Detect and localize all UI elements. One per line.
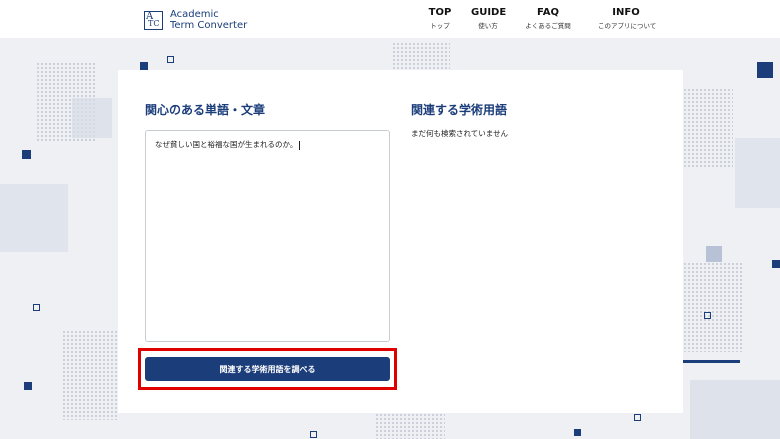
- nav-sublabel: トップ: [430, 22, 450, 30]
- decor-square: [310, 431, 317, 438]
- search-terms-button[interactable]: 関連する学術用語を調べる: [145, 357, 390, 381]
- nav-item-faq[interactable]: FAQ よくあるご質問: [525, 7, 571, 30]
- logo-text: Academic Term Converter: [170, 9, 247, 31]
- decor-block: [735, 138, 780, 208]
- result-panel-title: 関連する学術用語: [411, 103, 508, 117]
- query-textarea[interactable]: なぜ貧しい国と裕福な国が生まれるのか。: [145, 130, 390, 342]
- result-empty-message: まだ何も検索されていません: [411, 129, 509, 138]
- logo-mark: A TC: [144, 10, 163, 30]
- decor-square: [574, 429, 581, 436]
- decor-line: [683, 360, 740, 363]
- nav-label: INFO: [612, 7, 640, 18]
- decor-block: [690, 380, 780, 439]
- text-caret: [299, 140, 301, 150]
- decor-dots: [392, 42, 450, 70]
- logo-mark-bottom: TC: [148, 18, 160, 28]
- input-panel-title: 関心のある単語・文章: [145, 103, 266, 117]
- nav-sublabel: このアプリについて: [598, 22, 657, 30]
- decor-square: [634, 414, 641, 421]
- query-text: なぜ貧しい国と裕福な国が生まれるのか。: [155, 140, 298, 149]
- nav-label: FAQ: [537, 7, 559, 18]
- decor-dots: [62, 330, 118, 420]
- decor-square: [757, 62, 773, 78]
- decor-square: [22, 150, 31, 159]
- decor-square: [33, 304, 40, 311]
- logo[interactable]: A TC Academic Term Converter: [144, 9, 247, 31]
- logo-line1: Academic: [170, 9, 219, 20]
- nav-label: GUIDE: [471, 7, 507, 18]
- decor-square: [167, 56, 174, 63]
- decor-block: [706, 246, 722, 262]
- nav-item-guide[interactable]: GUIDE 使い方: [471, 7, 507, 30]
- nav-item-info[interactable]: INFO このアプリについて: [598, 7, 657, 30]
- decor-square: [140, 62, 148, 70]
- nav-sublabel: よくあるご質問: [525, 22, 571, 30]
- site-header: A TC Academic Term Converter TOP トップ GUI…: [0, 0, 780, 38]
- nav-label: TOP: [428, 7, 452, 18]
- decor-block: [0, 184, 68, 252]
- nav-item-top[interactable]: TOP トップ: [427, 7, 453, 30]
- logo-line2: Term Converter: [170, 20, 248, 31]
- converter-card: 関心のある単語・文章 なぜ貧しい国と裕福な国が生まれるのか。 関連する学術用語を…: [118, 70, 683, 413]
- decor-dots: [375, 413, 445, 439]
- decor-block: [72, 98, 112, 138]
- decor-square: [772, 260, 780, 268]
- decor-dots: [683, 88, 733, 168]
- nav-sublabel: 使い方: [478, 22, 498, 30]
- decor-square: [704, 312, 711, 319]
- decor-square: [24, 382, 32, 390]
- decor-dots: [683, 262, 743, 352]
